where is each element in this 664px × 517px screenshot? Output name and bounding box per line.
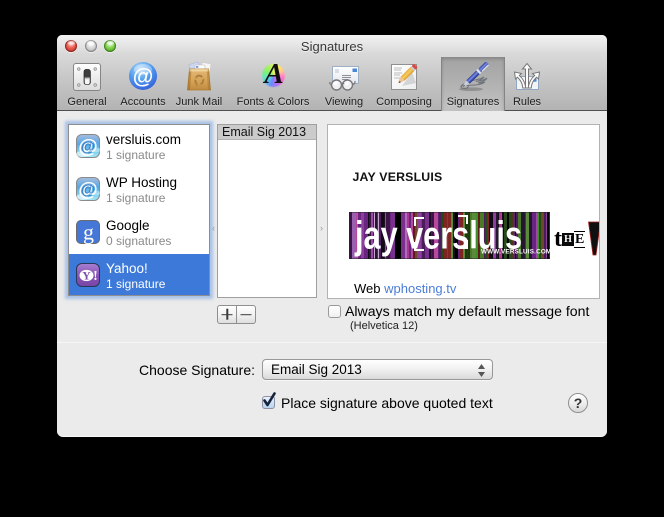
svg-text:WWW.VERSLUIS.COM: WWW.VERSLUIS.COM bbox=[481, 249, 550, 256]
svg-text:@: @ bbox=[81, 140, 95, 156]
svg-text:!: ! bbox=[93, 269, 98, 284]
svg-text:Y: Y bbox=[82, 271, 91, 283]
svg-text:@: @ bbox=[133, 66, 153, 89]
svg-text:@: @ bbox=[81, 183, 95, 199]
svg-text:g: g bbox=[83, 220, 94, 244]
